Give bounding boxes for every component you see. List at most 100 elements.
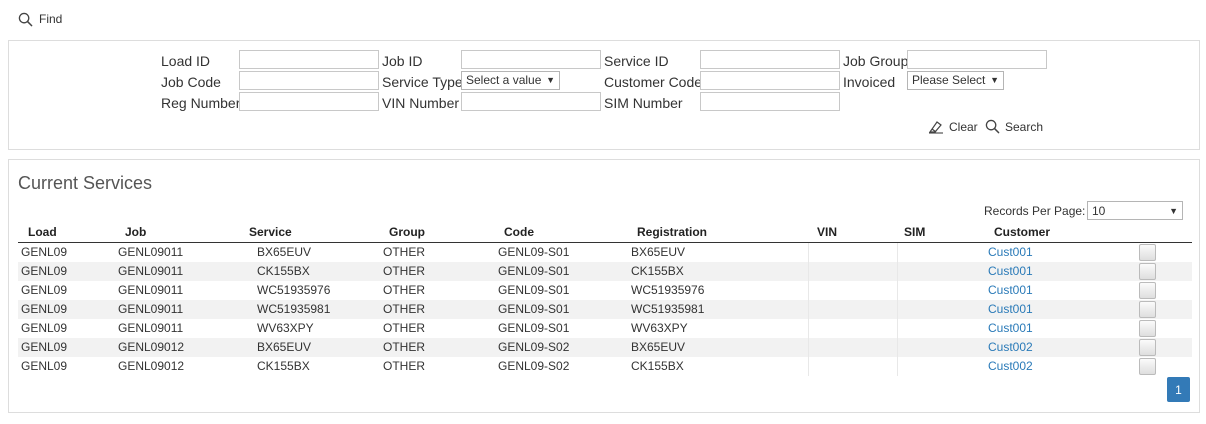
col-header-code[interactable]: Code [504,222,534,243]
vin-number-input[interactable] [461,92,601,111]
cell-load: GENL09 [21,340,68,354]
cell-job: GENL09011 [118,302,184,316]
pagination-page-button[interactable]: 1 [1167,377,1190,402]
col-header-job[interactable]: Job [125,222,146,243]
caret-down-icon: ▼ [546,75,555,85]
services-grid: Load Job Service Group Code Registration… [18,222,1192,376]
col-header-sim[interactable]: SIM [904,222,925,243]
row-action-button[interactable] [1139,320,1156,337]
cell-customer[interactable]: Cust001 [988,243,1033,262]
cell-load: GENL09 [21,245,68,259]
caret-down-icon: ▼ [990,75,999,85]
records-per-page-label: Records Per Page: [984,204,1086,218]
cell-load: GENL09 [21,264,68,278]
reg-number-input[interactable] [239,92,379,111]
table-row[interactable]: GENL09 GENL09011 WC51935981 OTHER GENL09-S01… [18,300,1192,319]
cell-registration: CK155BX [631,359,684,373]
cell-customer[interactable]: Cust001 [988,300,1033,319]
job-code-label: Job Code [161,74,221,90]
cell-job: GENL09011 [118,245,184,259]
cell-customer[interactable]: Cust002 [988,338,1033,357]
cell-code: GENL09-S02 [498,340,570,354]
cell-code: GENL09-S01 [498,283,570,297]
grid-header: Load Job Service Group Code Registration… [18,222,1192,243]
cell-group: OTHER [383,340,425,354]
search-label: Search [1005,119,1044,134]
table-row[interactable]: GENL09 GENL09012 BX65EUV OTHER GENL09-S02 BX6… [18,338,1192,357]
eraser-icon [928,121,943,134]
service-type-value: Select a value [466,73,542,87]
table-row[interactable]: GENL09 GENL09011 CK155BX OTHER GENL09-S01 CK1… [18,262,1192,281]
job-id-input[interactable] [461,50,601,69]
row-action-button[interactable] [1139,301,1156,318]
service-id-label: Service ID [604,53,669,69]
panel-title: Current Services [18,173,153,193]
table-row[interactable]: GENL09 GENL09012 CK155BX OTHER GENL09-S02 CK1… [18,357,1192,376]
table-row[interactable]: GENL09 GENL09011 WV63XPY OTHER GENL09-S01 WV6… [18,319,1192,338]
row-action-button[interactable] [1139,339,1156,356]
records-per-page-select[interactable]: 10 ▼ [1087,201,1183,220]
find-toggle[interactable]: Find [18,10,62,28]
cell-service: CK155BX [257,359,310,373]
load-id-label: Load ID [161,53,211,69]
caret-down-icon: ▼ [1169,205,1178,216]
cell-code: GENL09-S02 [498,359,570,373]
row-action-button[interactable] [1139,244,1156,261]
grid-body: GENL09 GENL09011 BX65EUV OTHER GENL09-S01 BX6… [18,243,1192,376]
results-panel: Current Services Records Per Page: 10 ▼ … [8,159,1200,413]
cell-load: GENL09 [21,283,68,297]
service-type-select[interactable]: Select a value ▼ [461,71,560,90]
job-id-label: Job ID [382,53,423,69]
service-type-label: Service Type [382,74,463,90]
cell-code: GENL09-S01 [498,321,570,335]
cell-job: GENL09012 [118,340,185,354]
vin-column-divider [808,319,898,338]
customer-code-input[interactable] [700,71,840,90]
cell-registration: WC51935976 [631,283,705,297]
cell-registration: WV63XPY [631,321,688,335]
cell-service: WC51935981 [257,302,331,316]
col-header-load[interactable]: Load [28,222,57,243]
table-row[interactable]: GENL09 GENL09011 WC51935976 OTHER GENL09-S01… [18,281,1192,300]
cell-code: GENL09-S01 [498,245,570,259]
col-header-customer[interactable]: Customer [994,222,1050,243]
search-icon [985,119,1000,134]
load-id-input[interactable] [239,50,379,69]
cell-registration: WC51935981 [631,302,705,316]
cell-customer[interactable]: Cust002 [988,357,1033,376]
cell-registration: BX65EUV [631,340,686,354]
row-action-button[interactable] [1139,263,1156,280]
invoiced-value: Please Select [912,73,986,87]
job-code-input[interactable] [239,71,379,90]
reg-number-label: Reg Number [161,95,241,111]
cell-service: WV63XPY [257,321,314,335]
sim-number-label: SIM Number [604,95,683,111]
cell-code: GENL09-S01 [498,264,570,278]
vin-number-label: VIN Number [382,95,460,111]
job-group-label: Job Group [843,53,909,69]
clear-button[interactable]: Clear [928,119,978,134]
col-header-group[interactable]: Group [389,222,425,243]
cell-customer[interactable]: Cust001 [988,281,1033,300]
invoiced-select[interactable]: Please Select ▼ [907,71,1004,90]
cell-customer[interactable]: Cust001 [988,319,1033,338]
job-group-input[interactable] [907,50,1047,69]
filter-panel: Load ID Job ID Service ID Job Group Job … [8,40,1200,150]
cell-load: GENL09 [21,359,68,373]
vin-column-divider [808,262,898,281]
sim-number-input[interactable] [700,92,840,111]
col-header-service[interactable]: Service [249,222,292,243]
search-icon [18,12,33,26]
service-id-input[interactable] [700,50,840,69]
row-action-button[interactable] [1139,358,1156,375]
row-action-button[interactable] [1139,282,1156,299]
cell-load: GENL09 [21,321,68,335]
table-row[interactable]: GENL09 GENL09011 BX65EUV OTHER GENL09-S01 BX6… [18,243,1192,262]
col-header-vin[interactable]: VIN [817,222,837,243]
search-button[interactable]: Search [985,119,1043,134]
cell-group: OTHER [383,283,425,297]
col-header-registration[interactable]: Registration [637,222,707,243]
vin-column-divider [808,357,898,376]
cell-service: WC51935976 [257,283,331,297]
cell-customer[interactable]: Cust001 [988,262,1033,281]
